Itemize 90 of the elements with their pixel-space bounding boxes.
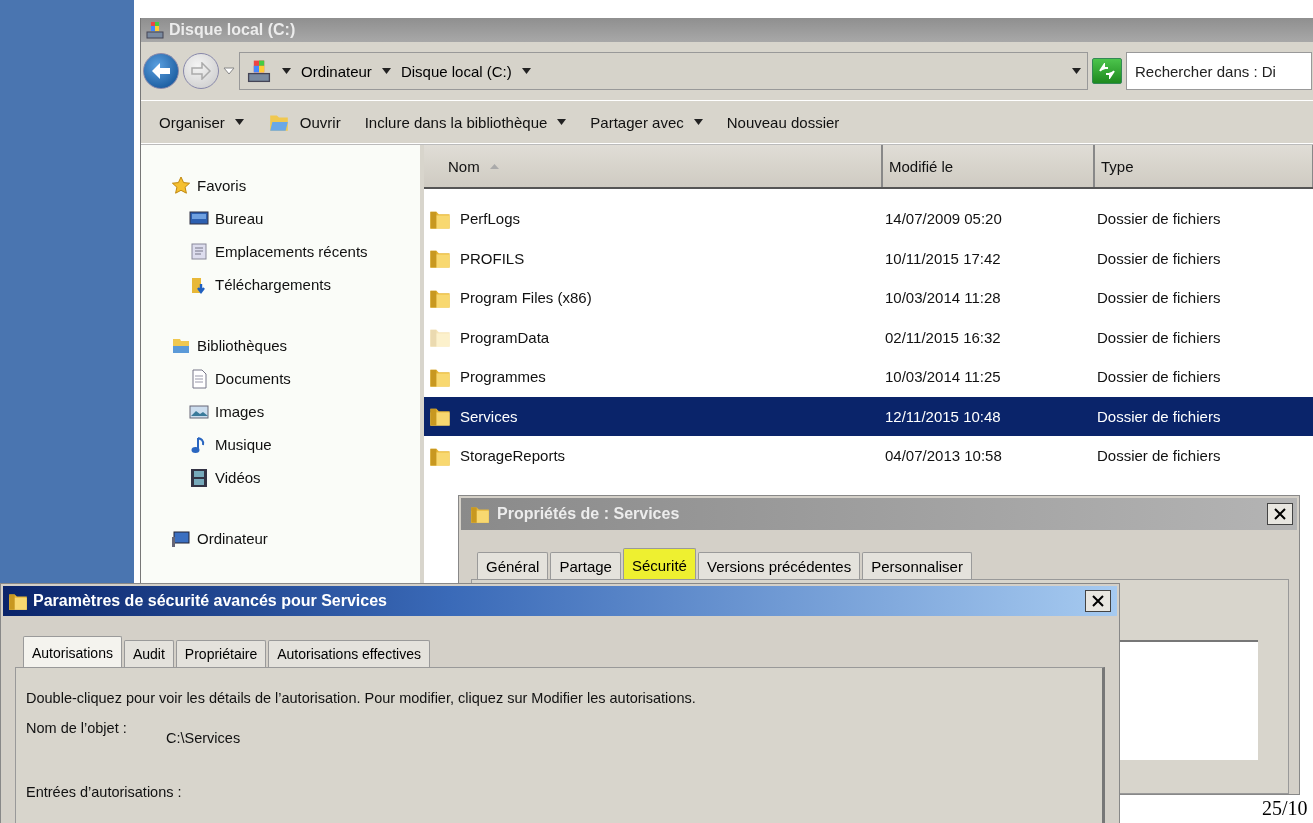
drive-icon: [246, 58, 272, 85]
file-row[interactable]: ProgramData 02/11/2015 16:32 Dossier de fichiers: [424, 317, 1313, 357]
page-number: 25/10: [1262, 797, 1308, 819]
file-name: PerfLogs: [460, 210, 521, 228]
file-row[interactable]: PROFILS 10/11/2015 17:42 Dossier de fichiers: [424, 238, 1313, 278]
close-button[interactable]: [1085, 590, 1111, 612]
search-field[interactable]: Rechercher dans : Di: [1126, 52, 1312, 91]
back-button[interactable]: [143, 53, 179, 90]
tab[interactable]: Audit: [123, 640, 174, 667]
film-icon: [189, 467, 209, 488]
toolbar-button[interactable]: Partager avec: [590, 113, 703, 131]
file-type: Dossier de fichiers: [1096, 210, 1222, 228]
file-type: Dossier de fichiers: [1096, 249, 1222, 267]
address-bar[interactable]: Ordinateur Disque local (C:): [239, 52, 1088, 91]
caret-icon: [557, 119, 567, 126]
close-icon: [1092, 595, 1104, 607]
column-header[interactable]: Nom: [424, 145, 883, 187]
refresh-button[interactable]: [1092, 58, 1122, 85]
file-type: Dossier de fichiers: [1096, 368, 1222, 386]
tab[interactable]: Autorisations effectives: [268, 640, 430, 667]
file-row[interactable]: PerfLogs 14/07/2009 05:20 Dossier de fichiers: [424, 199, 1313, 239]
sidebar-item[interactable]: Emplacements récents: [141, 235, 420, 268]
tab[interactable]: Général: [477, 552, 549, 579]
window-title: Disque local (C:): [169, 21, 296, 40]
close-icon: [1274, 508, 1286, 520]
tab[interactable]: Sécurité: [622, 548, 696, 579]
tab[interactable]: Partage: [550, 552, 621, 579]
file-row[interactable]: Programmes 10/03/2014 11:25 Dossier de fichiers: [424, 357, 1313, 397]
modified-date: 04/07/2013 10:58: [884, 447, 1003, 465]
sidebar-item[interactable]: Favoris: [141, 169, 420, 202]
sidebar-item[interactable]: Documents: [141, 362, 420, 395]
toolbar-button[interactable]: Nouveau dossier: [726, 113, 840, 131]
file-row[interactable]: Services 12/11/2015 10:48 Dossier de fichiers: [424, 396, 1313, 436]
document-icon: [189, 368, 209, 389]
sidebar-item[interactable]: Bibliothèques: [141, 329, 420, 362]
tab[interactable]: Propriétaire: [175, 640, 267, 667]
caret-icon: [521, 68, 531, 75]
sidebar-item[interactable]: Musique: [141, 428, 420, 461]
computer-icon: [171, 528, 191, 549]
section-label: Entrées d’autorisations :: [26, 784, 183, 800]
file-name: Program Files (x86): [460, 289, 592, 307]
window-title: Propriétés de : Services: [497, 505, 680, 523]
recent-places-icon: [189, 241, 209, 262]
caret-icon: [381, 68, 391, 75]
sidebar-item[interactable]: Ordinateur: [141, 522, 420, 555]
file-name: StorageReports: [460, 447, 566, 465]
modified-date: 12/11/2015 10:48: [884, 407, 1002, 425]
breadcrumb-item[interactable]: Ordinateur: [301, 62, 372, 80]
file-name: ProgramData: [460, 328, 550, 346]
file-row[interactable]: StorageReports 04/07/2013 10:58 Dossier de fichiers: [424, 436, 1313, 476]
tab[interactable]: Versions précédentes: [697, 552, 861, 579]
field-label: Nom de l’objet :: [26, 720, 128, 736]
drive-icon: [145, 20, 165, 41]
file-type: Dossier de fichiers: [1096, 447, 1222, 465]
modified-date: 14/07/2009 05:20: [884, 210, 1003, 228]
file-type: Dossier de fichiers: [1096, 407, 1222, 425]
breadcrumb-item[interactable]: Disque local (C:): [400, 62, 512, 80]
caret-icon: [693, 119, 703, 126]
modified-date: 02/11/2015 16:32: [884, 328, 1002, 346]
object-name: C:\Services: [166, 729, 242, 746]
file-name: Programmes: [460, 368, 546, 386]
right-arrow-icon: [190, 62, 212, 81]
file-row[interactable]: Program Files (x86) 10/03/2014 11:28 Dossier de fichiers: [424, 278, 1313, 318]
file-name: Services: [460, 407, 518, 425]
file-type: Dossier de fichiers: [1096, 289, 1222, 307]
sidebar-item[interactable]: Téléchargements: [141, 268, 420, 301]
instruction-text: Double-cliquez pour voir les détails de l’autorisation. Pour modifier, cliquez sur Modifier les autorisations.: [26, 690, 697, 706]
toolbar-button[interactable]: Organiser: [159, 113, 244, 131]
file-type: Dossier de fichiers: [1096, 328, 1222, 346]
toolbar-button[interactable]: Inclure dans la bibliothèque: [364, 113, 567, 131]
caret-icon: [1072, 68, 1081, 75]
refresh-arrows-icon: [1097, 63, 1117, 80]
column-header[interactable]: Modifié le: [883, 145, 1095, 187]
tab[interactable]: Personnaliser: [862, 552, 972, 579]
star-icon: [171, 175, 191, 196]
modified-date: 10/03/2014 11:28: [884, 289, 1002, 307]
sidebar-item[interactable]: Vidéos: [141, 461, 420, 494]
history-dropdown-icon[interactable]: [223, 67, 235, 76]
modified-date: 10/03/2014 11:25: [884, 368, 1002, 386]
sidebar-item[interactable]: Bureau: [141, 202, 420, 235]
modified-date: 10/11/2015 17:42: [884, 249, 1002, 267]
caret-icon: [282, 68, 291, 75]
toolbar-button[interactable]: Ouvrir: [267, 111, 341, 134]
window-title: Paramètres de sécurité avancés pour Services: [33, 592, 387, 610]
caret-icon: [234, 119, 244, 126]
column-header[interactable]: Type: [1095, 145, 1313, 187]
sidebar-item[interactable]: Images: [141, 395, 420, 428]
file-name: PROFILS: [460, 249, 525, 267]
tab[interactable]: Autorisations: [23, 636, 122, 667]
left-arrow-icon: [150, 62, 172, 81]
